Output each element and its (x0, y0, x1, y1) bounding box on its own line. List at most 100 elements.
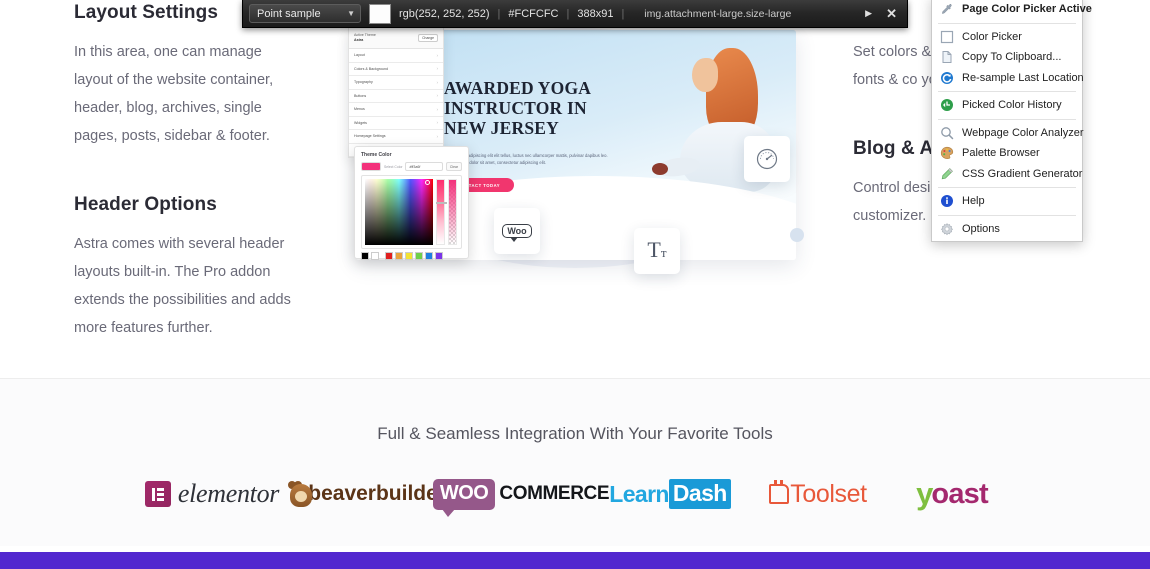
toolbar-controls: ▶ ✕ (865, 6, 901, 22)
customizer-item-colors[interactable]: Colors & Background › (349, 62, 443, 76)
feature-title: Header Options (74, 194, 217, 215)
preset-swatch[interactable] (371, 252, 379, 260)
color-picker-body (361, 175, 462, 249)
toolset-icon (769, 480, 790, 504)
customizer-item-label: Typography (354, 80, 373, 85)
sampled-values: rgb(252, 252, 252) | #FCFCFC | 388x91 (399, 8, 613, 20)
sampled-color-swatch[interactable] (369, 3, 391, 24)
yoast-rest: oast (931, 477, 988, 510)
menu-item-page-color-picker-active[interactable]: Page Color Picker Active (932, 0, 1092, 20)
menu-item-label: Picked Color History (962, 99, 1062, 112)
theme-color-swatch[interactable] (361, 162, 381, 171)
elementor-icon (144, 481, 171, 507)
chevron-right-icon: › (436, 133, 439, 139)
color-presets (361, 252, 462, 260)
menu-item-label: Copy To Clipboard... (962, 51, 1062, 64)
hero-product-image: AWARDED YOGA INSTRUCTOR IN NEW JERSEY Co… (348, 18, 804, 283)
hue-knob[interactable] (436, 202, 447, 204)
preset-swatch[interactable] (361, 252, 369, 260)
menu-item-label: Color Picker (962, 30, 1022, 43)
play-icon[interactable]: ▶ (865, 8, 872, 19)
logo-label: Toolset (790, 479, 867, 508)
integration-logos: elementor beaverbuilder WOO COMMERCE Lea… (0, 463, 1150, 525)
preset-swatch[interactable] (435, 252, 443, 260)
menu-item-label: Webpage Color Analyzer (962, 126, 1084, 139)
preset-swatch[interactable] (415, 252, 423, 260)
colorzilla-toolbar: Point sample ▼ rgb(252, 252, 252) | #FCF… (242, 0, 908, 28)
element-selector-text: img.attachment-large.size-large (644, 7, 792, 20)
logo-label: elementor (177, 479, 280, 508)
preset-swatch[interactable] (405, 252, 413, 260)
preset-swatch[interactable] (425, 252, 433, 260)
saturation-value-area[interactable] (365, 179, 433, 245)
menu-item-options[interactable]: Options (932, 219, 1082, 240)
hex-value[interactable]: #FCFCFC (508, 8, 558, 20)
logo-woocommerce[interactable]: WOO COMMERCE (432, 463, 610, 525)
menu-separator (938, 91, 1076, 92)
customizer-item-label: Homepage Settings (354, 134, 386, 139)
sv-knob[interactable] (425, 180, 430, 185)
history-icon (940, 98, 954, 112)
logo-learndash[interactable]: Learn Dash (596, 463, 744, 525)
gear-icon (940, 222, 954, 236)
floating-card-woo: Woo (494, 208, 540, 254)
customizer-item-homepage[interactable]: Homepage Settings › (349, 130, 443, 144)
customizer-item-label: Layout (354, 53, 365, 58)
learndash-learn: Learn (609, 480, 669, 507)
clear-button[interactable]: Clear (445, 162, 462, 171)
value-separator: | (566, 7, 570, 20)
eyedropper-icon (940, 2, 954, 16)
customizer-item-menus[interactable]: Menus › (349, 103, 443, 117)
menu-item-palette-browser[interactable]: Palette Browser (932, 143, 1082, 164)
customizer-item-label: Colors & Background (354, 66, 388, 71)
customizer-item-buttons[interactable]: Buttons › (349, 89, 443, 103)
customizer-active-theme-row: Active Theme Astra Change (349, 27, 443, 49)
hue-slider[interactable] (436, 179, 447, 245)
logo-yoast[interactable]: y oast (892, 463, 1012, 525)
gradient-pen-icon (940, 167, 954, 181)
theme-color-title: Theme Color (361, 152, 392, 158)
chevron-right-icon: › (436, 106, 439, 112)
menu-item-help[interactable]: Help (932, 191, 1082, 212)
woo-mark: WOO (432, 478, 496, 517)
menu-item-color-picker[interactable]: Color Picker (932, 27, 1082, 48)
colorzilla-context-menu: Page Color Picker Active Color Picker Co… (931, 0, 1092, 242)
decorative-dot (790, 228, 804, 242)
preset-swatch[interactable] (385, 252, 393, 260)
woocommerce-lockup: WOO COMMERCE (432, 478, 610, 517)
hero-subtext: Consectetur adipiscing elit elit tellus,… (444, 153, 608, 165)
menu-item-css-gradient-generator[interactable]: CSS Gradient Generator (932, 164, 1082, 185)
logo-elementor[interactable]: elementor (138, 463, 286, 525)
customizer-item-widgets[interactable]: Widgets › (349, 116, 443, 130)
logo-toolset[interactable]: Toolset (744, 463, 892, 525)
select-color-button[interactable]: Select Color (384, 165, 402, 169)
customizer-item-typography[interactable]: Typography › (349, 76, 443, 90)
menu-separator (938, 118, 1076, 120)
sample-mode-select[interactable]: Point sample ▼ (249, 4, 361, 23)
refresh-icon (940, 71, 954, 85)
feature-block-header-options: Header Options Astra comes with several … (74, 192, 304, 342)
menu-item-label: Page Color Picker Active (962, 3, 1092, 16)
menu-item-copy-to-clipboard[interactable]: Copy To Clipboard... (932, 47, 1082, 68)
customizer-item-layout[interactable]: Layout › (349, 49, 443, 63)
alpha-slider[interactable] (448, 179, 457, 245)
menu-item-resample-last-location[interactable]: Re-sample Last Location (932, 68, 1084, 89)
logo-beaverbuilder[interactable]: beaverbuilder (286, 463, 446, 525)
menu-item-label: Help (962, 195, 985, 208)
logo-label: COMMERCE (499, 483, 610, 504)
woo-icon: Woo (502, 224, 532, 242)
menu-item-webpage-color-analyzer[interactable]: Webpage Color Analyzer (932, 123, 1084, 144)
change-theme-button[interactable]: Change (418, 33, 438, 42)
menu-item-label: CSS Gradient Generator (962, 167, 1083, 180)
theme-color-picker: Theme Color Select Color #ff3a6f Clear (354, 146, 469, 260)
palette-icon (940, 146, 954, 160)
menu-item-picked-color-history[interactable]: Picked Color History (932, 95, 1082, 116)
menu-separator (938, 214, 1076, 216)
color-picker-icon (940, 30, 954, 44)
preset-swatch[interactable] (395, 252, 403, 260)
menu-item-label: Re-sample Last Location (962, 71, 1084, 84)
close-icon[interactable]: ✕ (886, 6, 897, 22)
theme-color-controls: Select Color #ff3a6f Clear (361, 162, 462, 171)
hex-input[interactable]: #ff3a6f (405, 162, 443, 171)
typography-icon: Tт (647, 236, 667, 262)
